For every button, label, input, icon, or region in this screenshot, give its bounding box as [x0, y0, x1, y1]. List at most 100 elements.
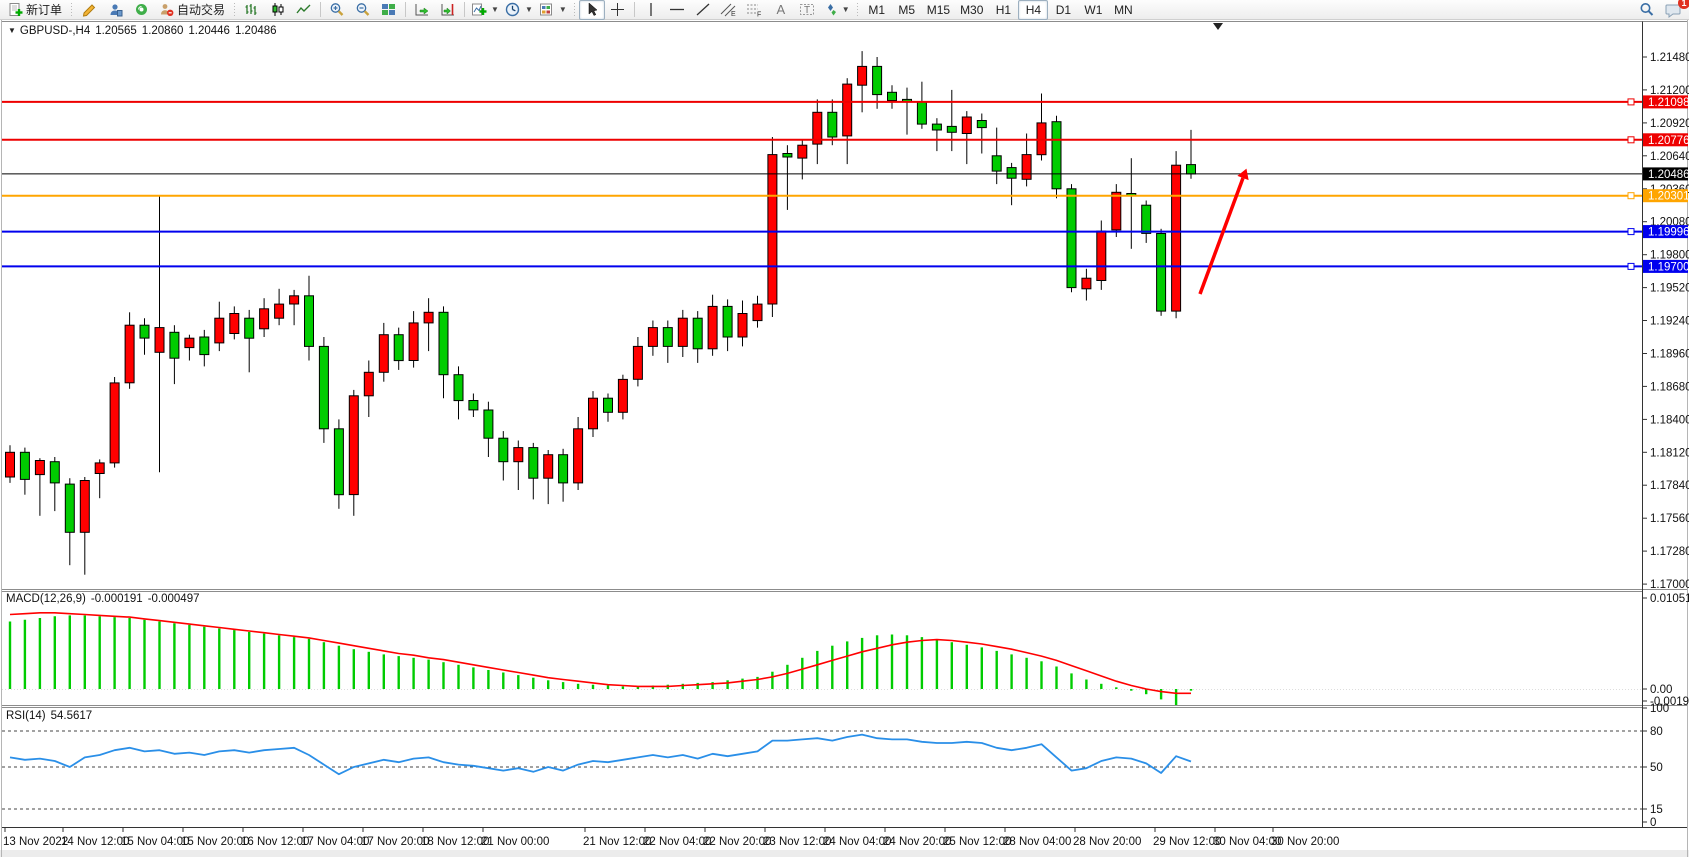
chart-shift-button[interactable]	[435, 0, 461, 20]
cursor-button[interactable]	[579, 0, 605, 20]
toolbar-drag-handle	[855, 3, 860, 17]
svg-text:0: 0	[1650, 817, 1656, 829]
candle	[80, 481, 89, 533]
macd-signal-value: -0.000497	[148, 593, 200, 605]
candle	[932, 124, 941, 130]
line-handle[interactable]	[1628, 263, 1634, 269]
chart-window[interactable]: 1.214801.212001.209201.206401.203601.200…	[0, 20, 1689, 857]
collapse-triangle-icon: ▼	[8, 26, 16, 35]
timeframe-m30-button[interactable]: M30	[955, 0, 988, 20]
toolbar-separator	[405, 2, 406, 17]
zoom-out-button[interactable]	[350, 0, 376, 20]
candle	[618, 379, 627, 412]
toolbar-separator	[320, 2, 321, 17]
svg-text:1.17000: 1.17000	[1650, 579, 1689, 591]
crosshair-button[interactable]	[605, 0, 631, 20]
periods-button[interactable]: ▼	[502, 0, 536, 20]
candle	[409, 323, 418, 361]
timeframe-m5-button[interactable]: M5	[892, 0, 922, 20]
indicators-button[interactable]: ▼	[468, 0, 502, 20]
timeframe-h4-button[interactable]: H4	[1018, 0, 1048, 20]
candle	[589, 398, 598, 429]
candle	[1082, 278, 1091, 289]
text-label-button[interactable]: T	[794, 0, 820, 20]
chart-title: ▼GBPUSD-,H41.205651.208601.204461.20486	[8, 25, 277, 37]
arrows-button[interactable]: ▼	[820, 0, 853, 20]
timeframe-mn-button[interactable]: MN	[1108, 0, 1138, 20]
svg-text:1.18400: 1.18400	[1650, 414, 1689, 426]
text-button[interactable]: A	[768, 0, 794, 20]
svg-text:1.18680: 1.18680	[1650, 381, 1689, 393]
autotrade-button[interactable]: 自动交易	[154, 0, 230, 20]
timeframe-h1-button[interactable]: H1	[988, 0, 1018, 20]
dropdown-caret: ▼	[491, 5, 499, 14]
news-broadcast-icon	[134, 2, 149, 17]
line-chart-button[interactable]	[291, 0, 317, 20]
auto-scroll-icon	[414, 2, 430, 17]
templates-button[interactable]: ▼	[536, 0, 570, 20]
candle	[305, 296, 314, 347]
timeframe-m15-button[interactable]: M15	[922, 0, 955, 20]
candlestick-chart-button[interactable]	[265, 0, 291, 20]
line-handle[interactable]	[1628, 137, 1634, 143]
svg-text:1.19240: 1.19240	[1650, 316, 1689, 328]
svg-text:17 Nov 20:00: 17 Nov 20:00	[361, 836, 429, 848]
candle	[604, 398, 613, 412]
tile-windows-button[interactable]	[376, 0, 402, 20]
zoom-out-icon	[355, 2, 371, 18]
equidistant-channel-button[interactable]: E	[716, 0, 742, 20]
autotrade-label: 自动交易	[177, 1, 225, 18]
line-handle[interactable]	[1628, 99, 1634, 105]
tile-windows-icon	[381, 2, 397, 17]
macd-name: MACD(12,26,9)	[6, 593, 86, 605]
svg-text:1.18120: 1.18120	[1650, 447, 1689, 459]
candle	[394, 335, 403, 361]
trendline-icon	[695, 2, 711, 17]
search-button[interactable]	[1634, 0, 1660, 20]
bar-chart-button[interactable]	[239, 0, 265, 20]
zoom-in-icon	[329, 2, 345, 18]
line-handle[interactable]	[1628, 229, 1634, 235]
vertical-line-icon	[645, 2, 657, 17]
svg-text:1.21200: 1.21200	[1650, 85, 1689, 97]
candle	[768, 155, 777, 304]
candle	[708, 306, 717, 348]
candle	[200, 337, 209, 355]
toolbar-separator	[464, 2, 465, 17]
templates-icon	[539, 2, 555, 17]
svg-text:24 Nov 20:00: 24 Nov 20:00	[883, 836, 951, 848]
text-icon: A	[774, 2, 788, 17]
rsi-name: RSI(14)	[6, 710, 46, 722]
vertical-line-button[interactable]	[638, 0, 664, 20]
line-chart-icon	[296, 2, 312, 17]
zoom-in-button[interactable]	[324, 0, 350, 20]
candle	[1007, 168, 1016, 179]
fibonacci-button[interactable]: F	[742, 0, 768, 20]
trendline-button[interactable]	[690, 0, 716, 20]
horizontal-line-button[interactable]	[664, 0, 690, 20]
candle	[290, 296, 299, 304]
auto-scroll-button[interactable]	[409, 0, 435, 20]
candle	[1052, 122, 1061, 189]
chart-canvas[interactable]: 1.214801.212001.209201.206401.203601.200…	[0, 20, 1689, 857]
notification-badge: 1	[1678, 0, 1689, 9]
svg-text:30 Nov 20:00: 30 Nov 20:00	[1271, 836, 1339, 848]
candle	[439, 312, 448, 374]
candle	[185, 338, 194, 347]
svg-text:A: A	[776, 2, 785, 17]
new-order-button[interactable]: 新订单	[3, 0, 67, 20]
svg-text:24 Nov 04:00: 24 Nov 04:00	[823, 836, 891, 848]
line-handle[interactable]	[1628, 193, 1634, 199]
candle	[798, 145, 807, 158]
candle	[858, 66, 867, 85]
timeframe-d1-button[interactable]: D1	[1048, 0, 1078, 20]
timeframe-m1-button[interactable]: M1	[862, 0, 892, 20]
metaeditor-button[interactable]	[76, 0, 102, 20]
chat-button[interactable]: 1	[1660, 0, 1686, 20]
svg-text:T: T	[804, 5, 810, 16]
news-broadcast-button[interactable]	[128, 0, 154, 20]
timeframe-w1-button[interactable]: W1	[1078, 0, 1108, 20]
mql5-community-button[interactable]	[102, 0, 128, 20]
candle	[170, 332, 179, 358]
svg-text:1.19700: 1.19700	[1648, 261, 1689, 273]
